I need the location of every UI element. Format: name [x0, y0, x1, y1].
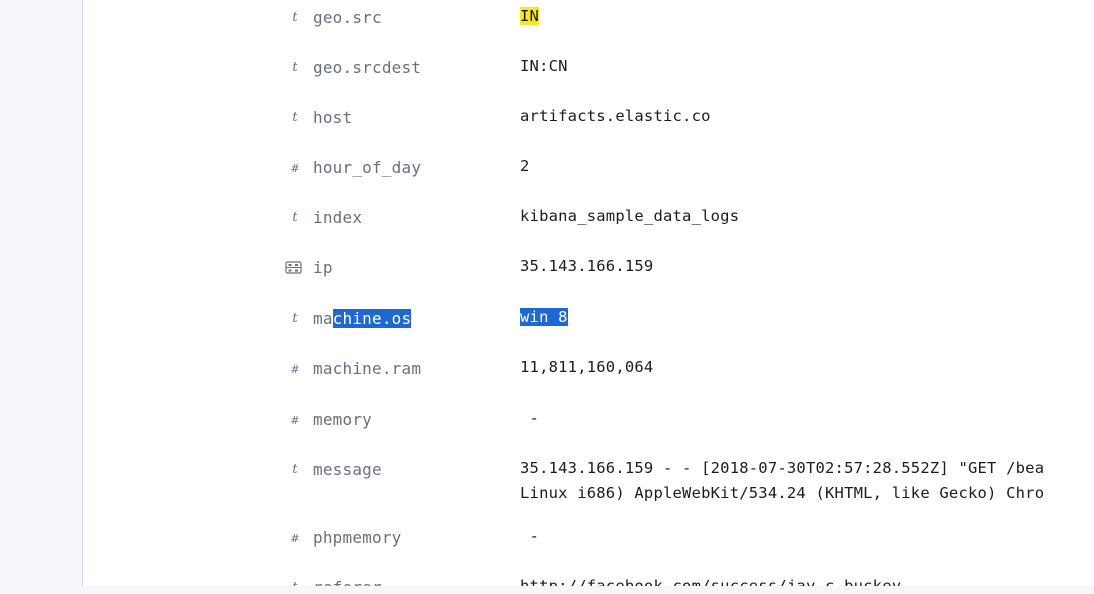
field-name[interactable]: message — [313, 460, 382, 479]
field-value: artifacts.elastic.co — [520, 107, 711, 125]
field-value: - — [520, 409, 540, 427]
left-sidebar — [0, 0, 82, 594]
field-value: - — [520, 527, 540, 545]
field-value-line-2: Linux i686) AppleWebKit/534.24 (KHTML, l… — [520, 484, 1045, 502]
string-type-icon: t — [292, 311, 298, 326]
string-type-icon: t — [292, 210, 298, 225]
field-name[interactable]: geo.srcdest — [313, 58, 421, 77]
field-name[interactable]: phpmemory — [313, 528, 402, 547]
field-name[interactable]: geo.src — [313, 8, 382, 27]
field-value-selected: win 8 — [520, 308, 568, 326]
field-value: kibana_sample_data_logs — [520, 207, 740, 225]
number-type-icon: # — [290, 414, 300, 427]
field-value-line-1: 35.143.166.159 - - [2018-07-30T02:57:28.… — [520, 459, 1045, 477]
field-name[interactable]: ip — [313, 258, 333, 277]
string-type-icon: t — [292, 60, 298, 75]
string-type-icon: t — [292, 462, 298, 477]
scroll-edge — [0, 586, 1094, 594]
ip-type-icon — [285, 260, 302, 280]
field-name[interactable]: machine.os — [313, 309, 412, 328]
field-name-prefix: ma — [313, 309, 333, 328]
string-type-icon: t — [292, 10, 298, 25]
string-type-icon: t — [292, 110, 298, 125]
number-type-icon: # — [290, 532, 300, 545]
number-type-icon: # — [290, 363, 300, 376]
field-value: IN:CN — [520, 57, 568, 75]
field-value: 35.143.166.159 — [520, 257, 654, 275]
field-value-highlighted: IN — [520, 7, 540, 25]
number-type-icon: # — [290, 162, 300, 175]
field-name[interactable]: index — [313, 208, 362, 227]
field-name-selected: chine.os — [332, 309, 412, 328]
field-name[interactable]: machine.ram — [313, 359, 421, 378]
field-name[interactable]: host — [313, 108, 352, 127]
field-value: 2 — [520, 157, 530, 175]
field-name[interactable]: memory — [313, 410, 372, 429]
field-name[interactable]: hour_of_day — [313, 158, 421, 177]
field-value: 11,811,160,064 — [520, 358, 654, 376]
document-detail-table: t geo.src IN t geo.srcdest IN:CN t host … — [82, 0, 1094, 594]
